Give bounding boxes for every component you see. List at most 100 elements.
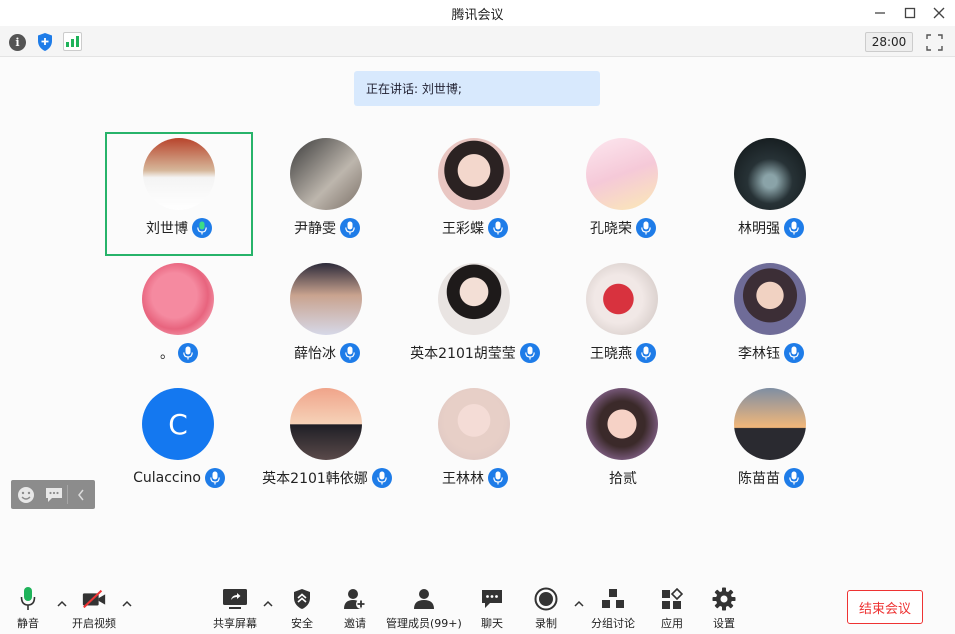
- chat-icon: [482, 590, 502, 608]
- participant-name-row: 薛怡冰: [253, 343, 401, 363]
- participant-tile[interactable]: 刘世博: [105, 132, 253, 256]
- participant-tile[interactable]: 李林钰: [697, 257, 845, 381]
- security-shield-icon: [294, 589, 310, 609]
- meeting-info-bar: i 28:00: [0, 26, 955, 57]
- share-options-chevron-icon[interactable]: [263, 600, 273, 608]
- fullscreen-icon[interactable]: [926, 34, 943, 51]
- participant-avatar: [586, 138, 658, 210]
- settings-button[interactable]: 设置: [711, 586, 737, 631]
- mic-on-icon: [340, 218, 360, 238]
- participant-tile[interactable]: 陈苗苗: [697, 382, 845, 506]
- participant-tile[interactable]: 英本2101胡莹莹: [401, 257, 549, 381]
- end-meeting-button[interactable]: 结束会议: [847, 590, 923, 624]
- video-options-chevron-icon[interactable]: [122, 600, 132, 608]
- mic-on-icon: [371, 468, 392, 488]
- participant-name: 李林钰: [738, 346, 780, 362]
- video-off-icon: [82, 589, 106, 609]
- participant-tile[interactable]: 王林林: [401, 382, 549, 506]
- participant-name: 刘世博: [146, 221, 188, 237]
- mic-on-icon: [178, 343, 198, 363]
- participant-avatar: [290, 263, 362, 335]
- participant-name: 英本2101韩依娜: [262, 471, 368, 487]
- info-icon[interactable]: i: [9, 34, 26, 51]
- mic-on-icon: [488, 218, 508, 238]
- minimize-button[interactable]: [870, 3, 890, 23]
- mute-options-chevron-icon[interactable]: [57, 600, 67, 608]
- participant-tile[interactable]: 英本2101韩依娜: [253, 382, 401, 506]
- maximize-icon: [904, 7, 916, 19]
- title-bar: 腾讯会议: [0, 0, 955, 26]
- chat-bubble-button[interactable]: [41, 480, 67, 509]
- invite-user-icon: [344, 589, 366, 609]
- mic-on-icon: [784, 468, 804, 488]
- participant-name-row: Culaccino: [105, 468, 253, 488]
- participant-avatar: [142, 263, 214, 335]
- reaction-bar: [11, 480, 95, 509]
- mic-on-icon: [488, 468, 508, 488]
- share-screen-button[interactable]: 共享屏幕: [213, 586, 257, 631]
- participant-tile[interactable]: 薛怡冰: [253, 257, 401, 381]
- participant-tile[interactable]: 拾贰: [549, 382, 697, 506]
- participant-name-row: 英本2101韩依娜: [253, 468, 401, 488]
- participant-avatar: C: [142, 388, 214, 460]
- participant-name: 英本2101胡莹莹: [410, 346, 516, 362]
- minimize-icon: [875, 12, 885, 14]
- network-signal-icon[interactable]: [63, 32, 82, 51]
- participant-avatar: [290, 388, 362, 460]
- participant-name-row: 王晓燕: [549, 343, 697, 363]
- maximize-button[interactable]: [900, 3, 920, 23]
- participant-tile[interactable]: 。: [105, 257, 253, 381]
- close-button[interactable]: [929, 3, 949, 23]
- close-icon: [933, 7, 945, 19]
- participant-name-row: 林明强: [697, 218, 845, 238]
- participant-name-row: 王彩蝶: [401, 218, 549, 238]
- participant-name: 。: [160, 346, 174, 362]
- bottom-toolbar: 静音 开启视频 共享屏幕 安全 邀请 管理成员(99+) 聊天 录制 分组讨论 …: [0, 578, 955, 634]
- mute-button[interactable]: 静音: [15, 586, 41, 631]
- participant-name: 尹静雯: [294, 221, 336, 237]
- record-button[interactable]: 录制: [533, 586, 559, 631]
- current-speaker-banner: 正在讲话: 刘世博;: [354, 71, 600, 106]
- participant-tile[interactable]: 王晓燕: [549, 257, 697, 381]
- participant-avatar: [734, 138, 806, 210]
- participant-name: Culaccino: [133, 470, 201, 486]
- manage-members-button[interactable]: 管理成员(99+): [386, 586, 462, 631]
- record-options-chevron-icon[interactable]: [574, 600, 584, 608]
- collapse-button[interactable]: [68, 480, 94, 509]
- participant-tile[interactable]: 王彩蝶: [401, 132, 549, 256]
- chat-button[interactable]: 聊天: [479, 586, 505, 631]
- mic-on-icon: [784, 218, 804, 238]
- participant-tile[interactable]: 林明强: [697, 132, 845, 256]
- participant-tile[interactable]: C Culaccino: [105, 382, 253, 506]
- mic-on-icon: [340, 343, 360, 363]
- speaking-mic-icon: [192, 218, 212, 238]
- gear-icon: [712, 587, 736, 611]
- participant-tile[interactable]: 孔晓荣: [549, 132, 697, 256]
- emoji-icon: [18, 486, 34, 503]
- participant-avatar: [290, 138, 362, 210]
- participant-name-row: 刘世博: [107, 218, 251, 238]
- participant-tile[interactable]: 尹静雯: [253, 132, 401, 256]
- mic-on-icon: [784, 343, 804, 363]
- participant-avatar: [734, 263, 806, 335]
- breakout-rooms-button[interactable]: 分组讨论: [591, 586, 635, 631]
- participant-avatar: [734, 388, 806, 460]
- mic-on-icon: [636, 343, 656, 363]
- participant-name: 王晓燕: [590, 346, 632, 362]
- invite-button[interactable]: 邀请: [342, 586, 368, 631]
- chevron-left-icon: [78, 489, 84, 500]
- shield-icon[interactable]: [36, 32, 54, 52]
- mic-on-icon: [204, 468, 225, 488]
- apps-button[interactable]: 应用: [659, 586, 685, 631]
- participant-name: 陈苗苗: [738, 471, 780, 487]
- participant-name: 林明强: [738, 221, 780, 237]
- participant-name-row: 李林钰: [697, 343, 845, 363]
- security-button[interactable]: 安全: [289, 586, 315, 631]
- start-video-button[interactable]: 开启视频: [72, 586, 116, 631]
- participant-name-row: 孔晓荣: [549, 218, 697, 238]
- participant-name: 薛怡冰: [294, 346, 336, 362]
- emoji-button[interactable]: [11, 480, 41, 509]
- participant-avatar: [438, 263, 510, 335]
- participant-avatar: [438, 388, 510, 460]
- share-screen-icon: [223, 589, 247, 609]
